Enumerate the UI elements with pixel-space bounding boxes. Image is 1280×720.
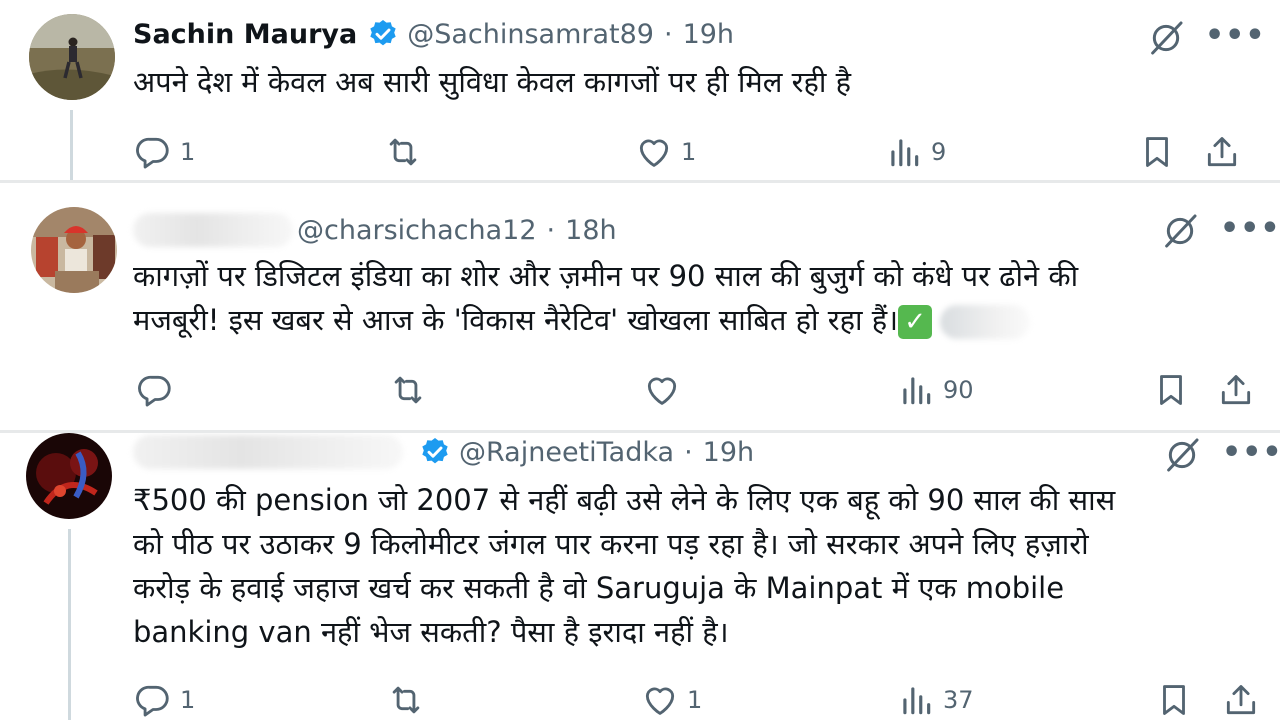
- share-icon: [1217, 371, 1255, 409]
- text-line: ₹500 की pension जो 2007 से नहीं बढ़ी उसे…: [133, 483, 1116, 517]
- thread-line: [70, 110, 73, 180]
- views-button[interactable]: 9: [885, 133, 946, 171]
- timestamp[interactable]: 18h: [565, 215, 616, 246]
- more-icon[interactable]: •••: [1222, 438, 1280, 468]
- tweet-header: @RajneetiTadka · 19h: [133, 435, 754, 469]
- views-count: 90: [943, 376, 974, 404]
- verified-badge-icon: [367, 18, 399, 50]
- reply-button[interactable]: 1: [134, 133, 195, 171]
- like-icon: [635, 133, 673, 171]
- emoji-blurred: [940, 305, 1031, 339]
- reply-icon: [134, 133, 172, 171]
- share-icon: [1203, 133, 1241, 171]
- tweet-header: @charsichacha12 · 18h: [133, 213, 617, 247]
- like-button[interactable]: [643, 371, 689, 409]
- avatar-image: [31, 207, 117, 293]
- more-icon[interactable]: •••: [1220, 214, 1280, 244]
- like-button[interactable]: 1: [641, 681, 702, 719]
- text-line: banking van नहीं भेज सकती? पैसा है इरादा…: [133, 615, 729, 649]
- bookmark-icon: [1152, 371, 1190, 409]
- more-icon[interactable]: •••: [1205, 21, 1266, 51]
- share-button[interactable]: [1203, 133, 1241, 171]
- tweet-2[interactable]: @charsichacha12 · 18h ••• कागज़ों पर डिज…: [0, 183, 1280, 430]
- grok-icon[interactable]: [1146, 18, 1186, 58]
- display-name-blurred[interactable]: [133, 213, 293, 247]
- reply-icon: [136, 371, 174, 409]
- views-icon: [897, 371, 935, 409]
- bookmark-button[interactable]: [1155, 681, 1193, 719]
- thread-line: [68, 529, 71, 720]
- verified-badge-icon: [419, 436, 451, 468]
- reply-button[interactable]: 1: [134, 681, 195, 719]
- repost-icon: [389, 371, 427, 409]
- views-button[interactable]: 37: [897, 681, 974, 719]
- bookmark-button[interactable]: [1152, 371, 1190, 409]
- tweet-text: ₹500 की pension जो 2007 से नहीं बढ़ी उसे…: [133, 478, 1115, 654]
- text-line: को पीठ पर उठाकर 9 किलोमीटर जंगल पार करना…: [133, 527, 1089, 561]
- views-count: 9: [931, 138, 947, 166]
- handle[interactable]: @RajneetiTadka: [459, 437, 674, 468]
- grok-icon[interactable]: [1160, 211, 1200, 251]
- reply-count: 1: [180, 138, 196, 166]
- tweet-3[interactable]: @RajneetiTadka · 19h ••• ₹500 की pension…: [0, 433, 1280, 720]
- like-icon: [643, 371, 681, 409]
- repost-icon: [387, 681, 425, 719]
- separator: ·: [546, 214, 556, 246]
- share-button[interactable]: [1222, 681, 1260, 719]
- share-button[interactable]: [1217, 371, 1255, 409]
- tweet-text: अपने देश में केवल अब सारी सुविधा केवल का…: [133, 60, 851, 104]
- reply-count: 1: [180, 686, 196, 714]
- like-button[interactable]: 1: [635, 133, 696, 171]
- bookmark-button[interactable]: [1138, 133, 1176, 171]
- repost-button[interactable]: [389, 371, 435, 409]
- handle[interactable]: @Sachinsamrat89: [407, 19, 654, 50]
- timestamp[interactable]: 19h: [703, 437, 754, 468]
- tweet-header: Sachin Maurya @Sachinsamrat89 · 19h: [133, 18, 734, 50]
- like-count: 1: [681, 138, 697, 166]
- separator: ·: [663, 18, 673, 50]
- views-icon: [885, 133, 923, 171]
- check-emoji-icon: ✓: [898, 305, 933, 339]
- like-count: 1: [687, 686, 703, 714]
- avatar[interactable]: [31, 207, 117, 293]
- text-line: कागज़ों पर डिजिटल इंडिया का शोर और ज़मीन…: [133, 259, 1079, 293]
- views-icon: [897, 681, 935, 719]
- views-count: 37: [943, 686, 974, 714]
- avatar-image: [26, 433, 112, 519]
- share-icon: [1222, 681, 1260, 719]
- reply-button[interactable]: [136, 371, 182, 409]
- avatar[interactable]: [29, 14, 115, 100]
- reply-icon: [134, 681, 172, 719]
- repost-button[interactable]: [387, 681, 433, 719]
- separator: ·: [684, 436, 693, 468]
- handle[interactable]: @charsichacha12: [297, 215, 537, 246]
- tweet-text: कागज़ों पर डिजिटल इंडिया का शोर और ज़मीन…: [133, 254, 1078, 342]
- repost-button[interactable]: [384, 133, 430, 171]
- timestamp[interactable]: 19h: [683, 19, 734, 50]
- display-name-blurred[interactable]: [133, 435, 403, 469]
- bookmark-icon: [1155, 681, 1193, 719]
- text-line-content: मजबूरी! इस खबर से आज के 'विकास नैरेटिव' …: [133, 303, 899, 337]
- bookmark-icon: [1138, 133, 1176, 171]
- avatar[interactable]: [26, 433, 112, 519]
- text-line: करोड़ के हवाई जहाज खर्च कर सकती है वो Sa…: [133, 571, 1065, 605]
- views-button[interactable]: 90: [897, 371, 974, 409]
- avatar-image: [29, 14, 115, 100]
- grok-icon[interactable]: [1162, 435, 1202, 475]
- display-name[interactable]: Sachin Maurya: [133, 19, 357, 50]
- text-line: मजबूरी! इस खबर से आज के 'विकास नैरेटिव' …: [133, 298, 1078, 342]
- like-icon: [641, 681, 679, 719]
- repost-icon: [384, 133, 422, 171]
- text-line: अपने देश में केवल अब सारी सुविधा केवल का…: [133, 65, 851, 99]
- tweet-1[interactable]: Sachin Maurya @Sachinsamrat89 · 19h ••• …: [0, 0, 1280, 180]
